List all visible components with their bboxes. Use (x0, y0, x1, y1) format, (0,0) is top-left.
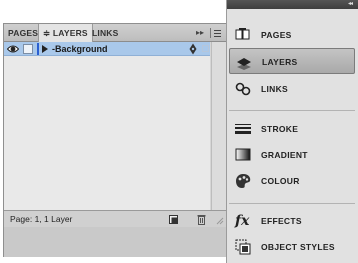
eye-icon[interactable] (7, 44, 19, 54)
dock-item-label: LINKS (261, 84, 288, 94)
colour-icon (236, 174, 251, 188)
dock-item-gradient[interactable]: GRADIENT (229, 142, 355, 168)
layer-name: -Background (52, 44, 108, 54)
dock-item-label: OBJECT STYLES (261, 242, 335, 252)
dock-item-stroke[interactable]: STROKE (229, 116, 355, 142)
gradient-icon (235, 148, 251, 161)
dock-item-layers[interactable]: LAYERS (229, 48, 355, 74)
panel-empty-area (4, 227, 226, 257)
dock-item-pages[interactable]: PAGES (229, 22, 355, 48)
dock-item-label: PAGES (261, 30, 292, 40)
dock-item-effects[interactable]: fx EFFECTS (229, 208, 355, 234)
expand-triangle-icon[interactable] (42, 45, 48, 53)
dock-separator (229, 203, 355, 204)
resize-grip-icon[interactable] (216, 217, 224, 225)
dock-item-label: LAYERS (262, 57, 298, 67)
dock-item-label: COLOUR (261, 176, 300, 186)
dock-item-label: GRADIENT (261, 150, 308, 160)
collapse-icon[interactable]: ◂◂ (348, 0, 353, 9)
panel-tab-bar: PAGES ≑ LAYERS LINKS ▸▸ (4, 24, 226, 43)
dock-item-colour[interactable]: COLOUR (229, 168, 355, 194)
layers-panel: PAGES ≑ LAYERS LINKS ▸▸ -Background Page… (3, 23, 227, 257)
dock-item-object-styles[interactable]: OBJECT STYLES (229, 234, 355, 260)
dock-item-links[interactable]: LINKS (229, 76, 355, 102)
pages-icon (235, 28, 250, 40)
dock-item-label: STROKE (261, 124, 299, 134)
new-layer-icon[interactable] (169, 215, 178, 224)
lock-toggle[interactable] (23, 44, 33, 54)
status-text: Page: 1, 1 Layer (10, 214, 73, 224)
trash-icon[interactable] (197, 214, 206, 225)
scrollbar[interactable] (211, 42, 226, 210)
tab-pages[interactable]: PAGES (4, 24, 42, 42)
effects-icon: fx (235, 213, 250, 229)
tab-links[interactable]: LINKS (88, 24, 123, 42)
layer-target-square[interactable] (202, 45, 209, 52)
layer-color-swatch (37, 43, 39, 55)
pen-icon (189, 43, 197, 55)
panel-menu-icon[interactable] (210, 28, 222, 38)
tab-layers[interactable]: ≑ LAYERS (38, 24, 93, 43)
dock-item-label: EFFECTS (261, 216, 302, 226)
panel-expand-arrows-icon[interactable]: ▸▸ (196, 24, 204, 42)
links-icon (235, 82, 251, 96)
dock-separator (229, 110, 355, 111)
panel-dock: ◂◂ PAGES LAYERS LINKS STROKE GRADIENT CO… (226, 0, 358, 263)
stroke-icon (235, 124, 251, 134)
dock-header[interactable]: ◂◂ (227, 0, 358, 9)
layers-icon (237, 58, 251, 70)
status-bar: Page: 1, 1 Layer (4, 210, 226, 227)
layer-row[interactable]: -Background (4, 42, 210, 56)
layer-list: -Background (4, 42, 210, 210)
object-styles-icon (235, 239, 251, 255)
